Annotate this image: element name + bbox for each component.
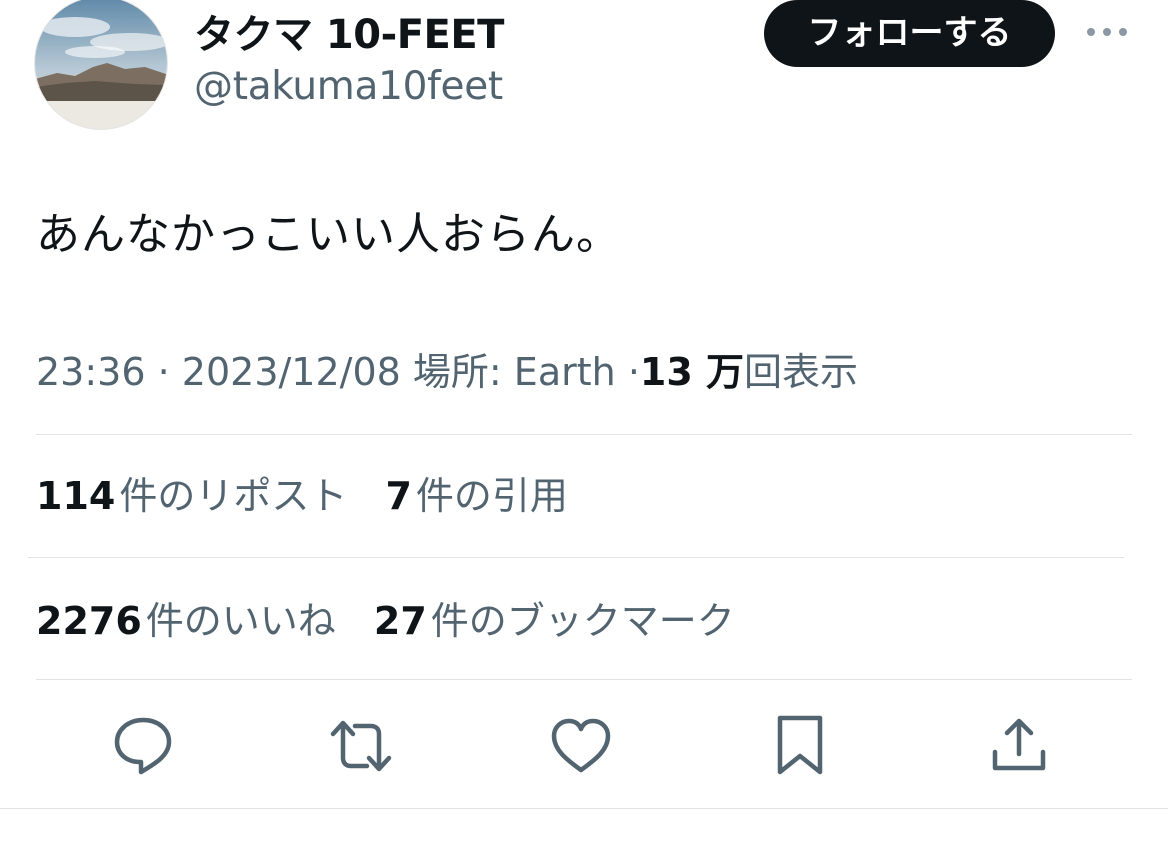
tweet-location: 場所: Earth (412, 350, 616, 394)
quotes-label: 件の引用 (415, 474, 568, 518)
bookmarks-stat[interactable]: 27 件のブックマーク (374, 595, 735, 647)
tweet-meta: 23:36 · 2023/12/08 場所: Earth ·13 万回表示 (36, 346, 858, 398)
bookmarks-count: 27 (373, 599, 427, 643)
divider (28, 557, 1124, 558)
reply-icon[interactable] (111, 714, 175, 778)
display-name[interactable]: タクマ 10-FEET (194, 9, 504, 61)
follow-button[interactable]: フォローする (764, 0, 1055, 67)
likes-stat[interactable]: 2276 件のいいね (36, 595, 336, 647)
avatar[interactable] (34, 0, 168, 130)
tweet-time[interactable]: 23:36 (36, 350, 146, 394)
heart-icon[interactable] (549, 714, 613, 778)
divider (36, 679, 1132, 680)
meta-separator: · (627, 350, 640, 394)
handle[interactable]: @takuma10feet (194, 62, 503, 112)
reposts-label: 件のリポスト (119, 474, 348, 518)
stats-row-likes: 2276 件のいいね 27 件のブックマーク (36, 595, 761, 647)
share-icon[interactable] (987, 714, 1051, 778)
tweet-date[interactable]: 2023/12/08 (182, 350, 401, 394)
bookmark-icon[interactable] (768, 712, 832, 776)
likes-count: 2276 (36, 599, 142, 643)
likes-label: 件のいいね (145, 599, 336, 643)
quotes-stat[interactable]: 7 件の引用 (385, 470, 567, 522)
reposts-stat[interactable]: 114 件のリポスト (36, 470, 347, 522)
tweet-text: あんなかっこいい人おらん。 (36, 209, 621, 260)
repost-icon[interactable] (329, 714, 393, 778)
meta-separator: · (157, 350, 170, 394)
views-count: 13 万 (639, 350, 745, 394)
quotes-count: 7 (385, 474, 412, 518)
reposts-count: 114 (36, 474, 116, 518)
divider (0, 808, 1168, 809)
stats-row-reposts: 114 件のリポスト 7 件の引用 (36, 470, 594, 522)
divider (36, 434, 1132, 435)
avatar-image (35, 0, 167, 129)
views-label: 回表示 (744, 350, 859, 394)
more-horizontal-icon[interactable] (1080, 18, 1134, 46)
bookmarks-label: 件のブックマーク (430, 599, 735, 643)
